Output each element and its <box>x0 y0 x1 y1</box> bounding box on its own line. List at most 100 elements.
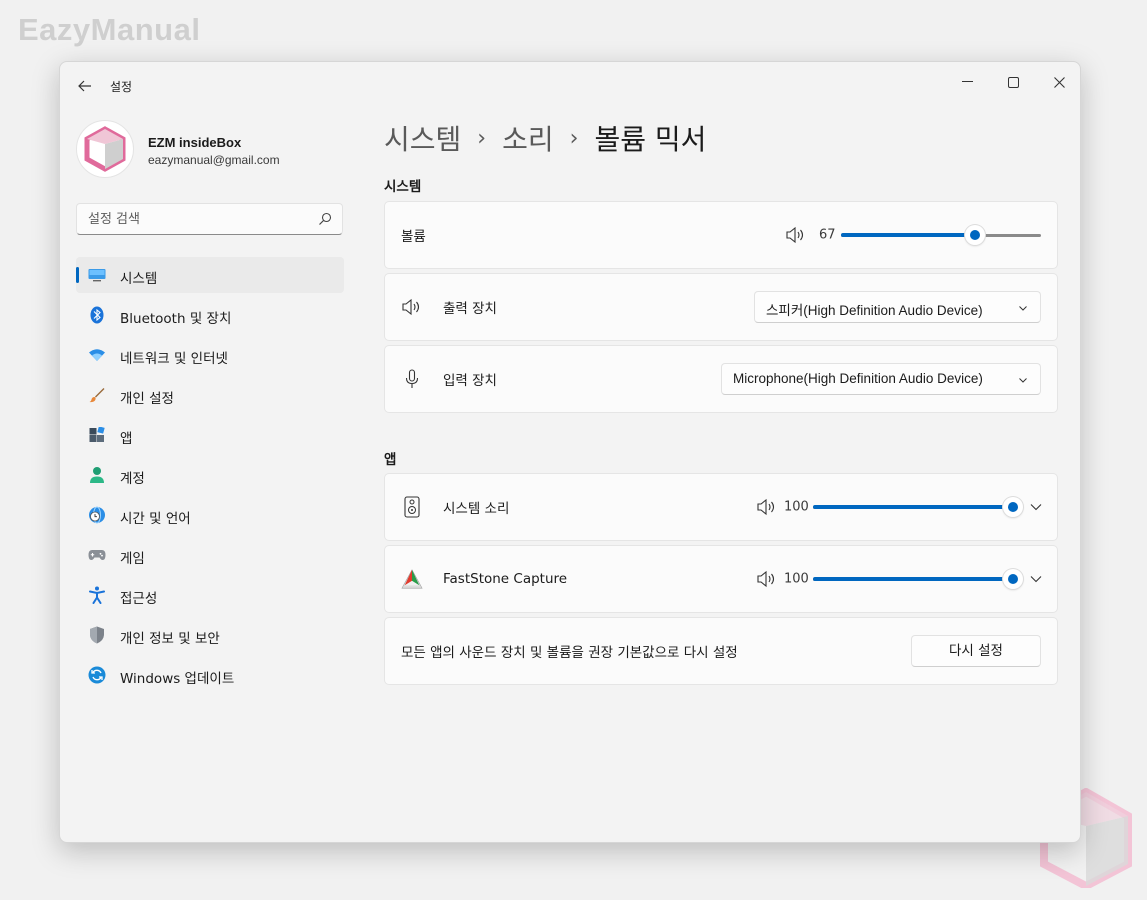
window-title: 설정 <box>110 80 133 94</box>
sidebar-item-privacy[interactable]: 개인 정보 및 보안 <box>76 617 344 653</box>
app-volume-value: 100 <box>784 571 809 587</box>
title-bar: 설정 <box>60 62 1080 108</box>
volume-icon[interactable] <box>785 226 805 244</box>
sidebar-item-system[interactable]: 시스템 <box>76 257 344 293</box>
reset-card: 모든 앱의 사운드 장치 및 볼륨을 권장 기본값으로 다시 설정 다시 설정 <box>384 617 1058 685</box>
volume-card: 볼륨 67 <box>384 201 1058 269</box>
reset-description: 모든 앱의 사운드 장치 및 볼륨을 권장 기본값으로 다시 설정 <box>401 645 738 661</box>
slider-fill <box>813 505 1013 509</box>
sidebar-nav: 시스템 Bluetooth 및 장치 네트워크 및 인터넷 개인 설정 앱 계정… <box>76 257 344 697</box>
input-device-value: Microphone(High Definition Audio Device) <box>733 371 983 386</box>
app-volume-slider[interactable] <box>813 497 1023 517</box>
microphone-icon <box>401 368 423 390</box>
brush-icon <box>88 386 106 404</box>
sidebar-item-accessibility[interactable]: 접근성 <box>76 577 344 613</box>
input-device-dropdown[interactable]: Microphone(High Definition Audio Device) <box>721 363 1041 395</box>
breadcrumb-system[interactable]: 시스템 <box>384 118 461 158</box>
sidebar-item-label: 계정 <box>120 471 145 487</box>
sidebar-item-apps[interactable]: 앱 <box>76 417 344 453</box>
input-device-label: 입력 장치 <box>443 373 497 389</box>
app-name: 시스템 소리 <box>443 501 510 517</box>
sidebar-item-network[interactable]: 네트워크 및 인터넷 <box>76 337 344 373</box>
app-name: FastStone Capture <box>443 571 568 587</box>
user-profile[interactable]: EZM insideBox eazymanual@gmail.com <box>76 120 356 178</box>
search-icon[interactable] <box>318 212 332 226</box>
slider-thumb[interactable] <box>1003 569 1023 589</box>
breadcrumb: 시스템 › 소리 › 볼륨 믹서 <box>384 118 1058 158</box>
chevron-down-icon[interactable] <box>1029 572 1043 586</box>
sidebar-item-bluetooth[interactable]: Bluetooth 및 장치 <box>76 297 344 333</box>
sidebar-item-accounts[interactable]: 계정 <box>76 457 344 493</box>
chevron-down-icon <box>1019 306 1027 311</box>
page-title: 볼륨 믹서 <box>594 123 707 156</box>
speaker-icon <box>401 496 423 518</box>
app-card-system-sounds[interactable]: 시스템 소리 100 <box>384 473 1058 541</box>
breadcrumb-sound[interactable]: 소리 <box>502 118 554 158</box>
app-volume-value: 100 <box>784 499 809 515</box>
maximize-button[interactable] <box>990 66 1036 98</box>
sidebar-item-label: Windows 업데이트 <box>120 671 235 687</box>
output-device-dropdown[interactable]: 스피커(High Definition Audio Device) <box>754 291 1041 323</box>
volume-label: 볼륨 <box>401 229 426 245</box>
volume-value: 67 <box>819 227 836 243</box>
sidebar-item-time-language[interactable]: 시간 및 언어 <box>76 497 344 533</box>
back-button[interactable] <box>74 75 96 97</box>
slider-thumb[interactable] <box>965 225 985 245</box>
apps-icon <box>88 426 106 444</box>
sidebar-item-gaming[interactable]: 게임 <box>76 537 344 573</box>
search-box[interactable] <box>76 203 343 235</box>
sidebar-item-label: 개인 정보 및 보안 <box>120 631 220 647</box>
faststone-icon <box>401 568 423 590</box>
minimize-button[interactable] <box>944 66 990 98</box>
profile-name: EZM insideBox <box>148 135 242 150</box>
system-section-title: 시스템 <box>384 179 422 195</box>
apps-section-title: 앱 <box>384 452 397 468</box>
minimize-icon <box>961 81 973 82</box>
volume-icon[interactable] <box>756 570 776 588</box>
globe-clock-icon <box>88 506 106 524</box>
slider-fill <box>841 233 975 237</box>
slider-thumb[interactable] <box>1003 497 1023 517</box>
breadcrumb-separator: › <box>569 125 579 151</box>
reset-button[interactable]: 다시 설정 <box>911 635 1041 667</box>
update-icon <box>88 666 106 684</box>
app-card-faststone[interactable]: FastStone Capture 100 <box>384 545 1058 613</box>
person-icon <box>88 466 106 484</box>
sidebar-item-label: 시간 및 언어 <box>120 511 191 527</box>
chevron-down-icon[interactable] <box>1029 500 1043 514</box>
sidebar-item-personalization[interactable]: 개인 설정 <box>76 377 344 413</box>
maximize-icon <box>1007 76 1019 88</box>
sidebar-item-label: 개인 설정 <box>120 391 174 407</box>
output-device-value: 스피커(High Definition Audio Device) <box>766 303 983 318</box>
volume-slider[interactable] <box>841 225 1041 245</box>
settings-window: 설정 EZM insideBox eazymanual@gmail.com 설정… <box>59 61 1081 843</box>
breadcrumb-separator: › <box>477 125 487 151</box>
speaker-output-icon <box>401 296 423 318</box>
volume-icon[interactable] <box>756 498 776 516</box>
chevron-down-icon <box>1019 378 1027 383</box>
sidebar-item-label: 게임 <box>120 551 145 567</box>
profile-logo-icon <box>84 126 126 172</box>
back-arrow-icon <box>78 80 91 92</box>
profile-email: eazymanual@gmail.com <box>148 153 280 167</box>
close-icon <box>1053 76 1065 88</box>
output-device-label: 출력 장치 <box>443 301 497 317</box>
slider-fill <box>813 577 1013 581</box>
app-volume-slider[interactable] <box>813 569 1023 589</box>
accessibility-icon <box>88 586 106 604</box>
bluetooth-icon <box>88 306 106 324</box>
gamepad-icon <box>88 546 106 564</box>
wifi-icon <box>88 346 106 364</box>
sidebar-item-label: 앱 <box>120 431 133 447</box>
eazymanual-watermark: EazyManual <box>18 12 201 47</box>
sidebar-item-label: 접근성 <box>120 591 158 607</box>
sidebar-item-label: Bluetooth 및 장치 <box>120 311 232 327</box>
search-input[interactable] <box>77 204 307 234</box>
input-device-card: 입력 장치 Microphone(High Definition Audio D… <box>384 345 1058 413</box>
close-button[interactable] <box>1036 66 1080 98</box>
avatar <box>76 120 134 178</box>
selection-indicator <box>76 267 79 283</box>
sidebar-item-windows-update[interactable]: Windows 업데이트 <box>76 657 344 693</box>
sidebar-item-label: 네트워크 및 인터넷 <box>120 351 228 367</box>
monitor-icon <box>88 266 106 284</box>
